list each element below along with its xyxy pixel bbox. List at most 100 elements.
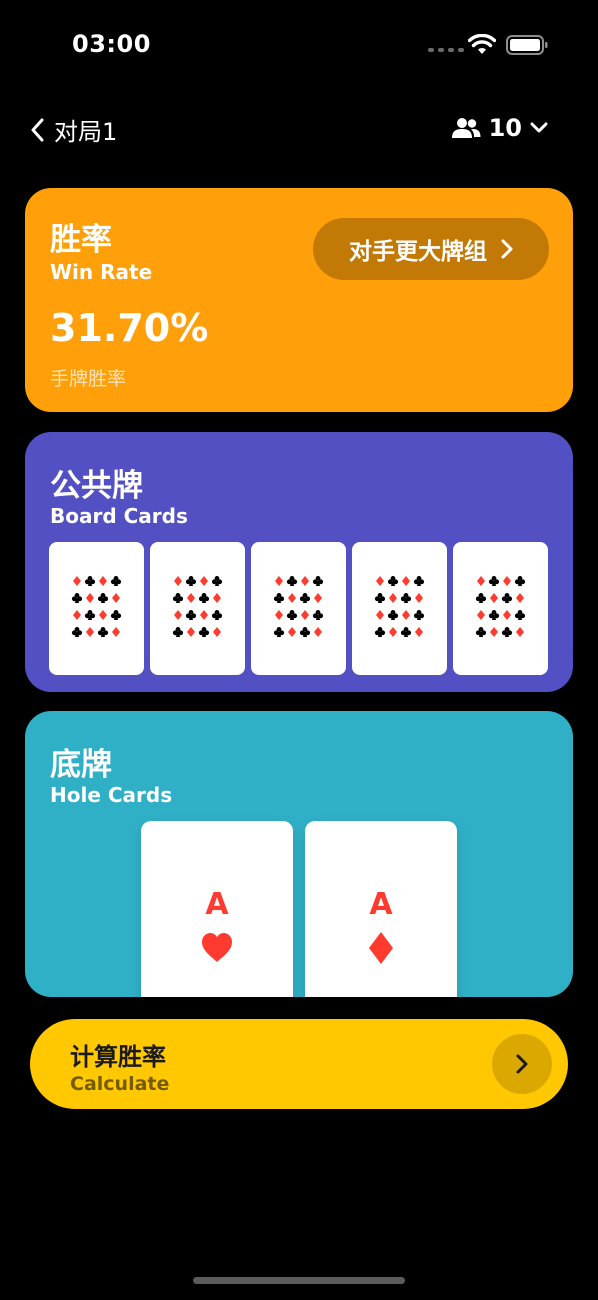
hole-card-rank: A bbox=[205, 887, 229, 922]
board-card-slot[interactable] bbox=[150, 542, 245, 675]
diamond-icon bbox=[369, 932, 393, 964]
chevron-right-icon bbox=[501, 239, 513, 259]
board-card-slot[interactable] bbox=[352, 542, 447, 675]
club-icon bbox=[374, 627, 386, 637]
diamond-icon bbox=[86, 627, 94, 637]
diamond-icon bbox=[174, 576, 182, 586]
club-icon bbox=[413, 576, 425, 586]
diamond-icon bbox=[99, 610, 107, 620]
players-count: 10 bbox=[488, 114, 522, 142]
club-icon bbox=[172, 593, 184, 603]
diamond-icon bbox=[415, 593, 423, 603]
diamond-icon bbox=[389, 593, 397, 603]
club-icon bbox=[299, 627, 311, 637]
diamond-icon bbox=[516, 627, 524, 637]
club-icon bbox=[501, 593, 513, 603]
status-bar: 03:00 bbox=[0, 0, 598, 90]
opponent-stronger-hands-label: 对手更大牌组 bbox=[349, 239, 487, 265]
hole-cards-subtitle: Hole Cards bbox=[50, 783, 173, 807]
heart-icon bbox=[202, 933, 232, 962]
board-cards-title: 公共牌 bbox=[50, 468, 143, 504]
calculate-button[interactable]: 计算胜率 Calculate bbox=[30, 1019, 568, 1109]
club-icon bbox=[387, 610, 399, 620]
win-rate-card: 胜率 Win Rate 31.70% 手牌胜率 对手更大牌组 bbox=[25, 188, 573, 412]
diamond-icon bbox=[187, 627, 195, 637]
club-icon bbox=[514, 576, 526, 586]
club-icon bbox=[475, 593, 487, 603]
board-card-slot[interactable] bbox=[453, 542, 548, 675]
card-back-pattern-icon bbox=[374, 576, 425, 637]
diamond-icon bbox=[402, 576, 410, 586]
diamond-icon bbox=[477, 576, 485, 586]
calculate-subtitle: Calculate bbox=[70, 1073, 170, 1095]
players-selector[interactable]: 10 bbox=[451, 114, 548, 142]
diamond-icon bbox=[376, 610, 384, 620]
club-icon bbox=[387, 576, 399, 586]
club-icon bbox=[501, 627, 513, 637]
card-back-pattern-icon bbox=[71, 576, 122, 637]
hole-card-1[interactable]: A bbox=[141, 821, 293, 997]
diamond-icon bbox=[415, 627, 423, 637]
club-icon bbox=[211, 610, 223, 620]
diamond-icon bbox=[477, 610, 485, 620]
club-icon bbox=[312, 610, 324, 620]
diamond-icon bbox=[73, 610, 81, 620]
board-card-slot[interactable] bbox=[251, 542, 346, 675]
hole-cards-row: A A bbox=[141, 821, 457, 997]
calculate-title: 计算胜率 bbox=[70, 1043, 166, 1071]
board-card-slot[interactable] bbox=[49, 542, 144, 675]
people-icon bbox=[451, 118, 481, 138]
diamond-icon bbox=[503, 610, 511, 620]
status-time: 03:00 bbox=[72, 30, 151, 58]
club-icon bbox=[172, 627, 184, 637]
diamond-icon bbox=[490, 627, 498, 637]
board-cards-subtitle: Board Cards bbox=[50, 504, 188, 528]
diamond-icon bbox=[73, 576, 81, 586]
diamond-icon bbox=[200, 576, 208, 586]
hole-cards-title: 底牌 bbox=[50, 747, 112, 783]
hole-card-rank: A bbox=[369, 887, 393, 922]
club-icon bbox=[413, 610, 425, 620]
club-icon bbox=[198, 627, 210, 637]
club-icon bbox=[198, 593, 210, 603]
battery-icon bbox=[506, 35, 548, 55]
club-icon bbox=[273, 593, 285, 603]
diamond-icon bbox=[314, 627, 322, 637]
club-icon bbox=[488, 576, 500, 586]
club-icon bbox=[273, 627, 285, 637]
club-icon bbox=[286, 610, 298, 620]
club-icon bbox=[400, 627, 412, 637]
diamond-icon bbox=[275, 576, 283, 586]
opponent-stronger-hands-button[interactable]: 对手更大牌组 bbox=[313, 218, 549, 280]
club-icon bbox=[312, 576, 324, 586]
club-icon bbox=[84, 576, 96, 586]
club-icon bbox=[286, 576, 298, 586]
chevron-left-icon bbox=[31, 118, 44, 141]
diamond-icon bbox=[314, 593, 322, 603]
hole-card-2[interactable]: A bbox=[305, 821, 457, 997]
chevron-right-icon bbox=[516, 1054, 528, 1074]
diamond-icon bbox=[213, 593, 221, 603]
diamond-icon bbox=[112, 627, 120, 637]
back-button[interactable]: 对局1 bbox=[30, 112, 117, 147]
wifi-icon bbox=[468, 34, 496, 54]
board-cards-row bbox=[49, 542, 548, 675]
club-icon bbox=[488, 610, 500, 620]
club-icon bbox=[185, 610, 197, 620]
win-rate-value: 31.70% bbox=[50, 306, 209, 350]
diamond-icon bbox=[288, 593, 296, 603]
club-icon bbox=[185, 576, 197, 586]
diamond-icon bbox=[275, 610, 283, 620]
calculate-arrow-button[interactable] bbox=[492, 1034, 552, 1094]
diamond-icon bbox=[86, 593, 94, 603]
diamond-icon bbox=[516, 593, 524, 603]
club-icon bbox=[211, 576, 223, 586]
diamond-icon bbox=[490, 593, 498, 603]
diamond-icon bbox=[99, 576, 107, 586]
diamond-icon bbox=[301, 610, 309, 620]
club-icon bbox=[475, 627, 487, 637]
diamond-icon bbox=[200, 610, 208, 620]
club-icon bbox=[374, 593, 386, 603]
back-label: 对局1 bbox=[54, 118, 118, 146]
club-icon bbox=[400, 593, 412, 603]
